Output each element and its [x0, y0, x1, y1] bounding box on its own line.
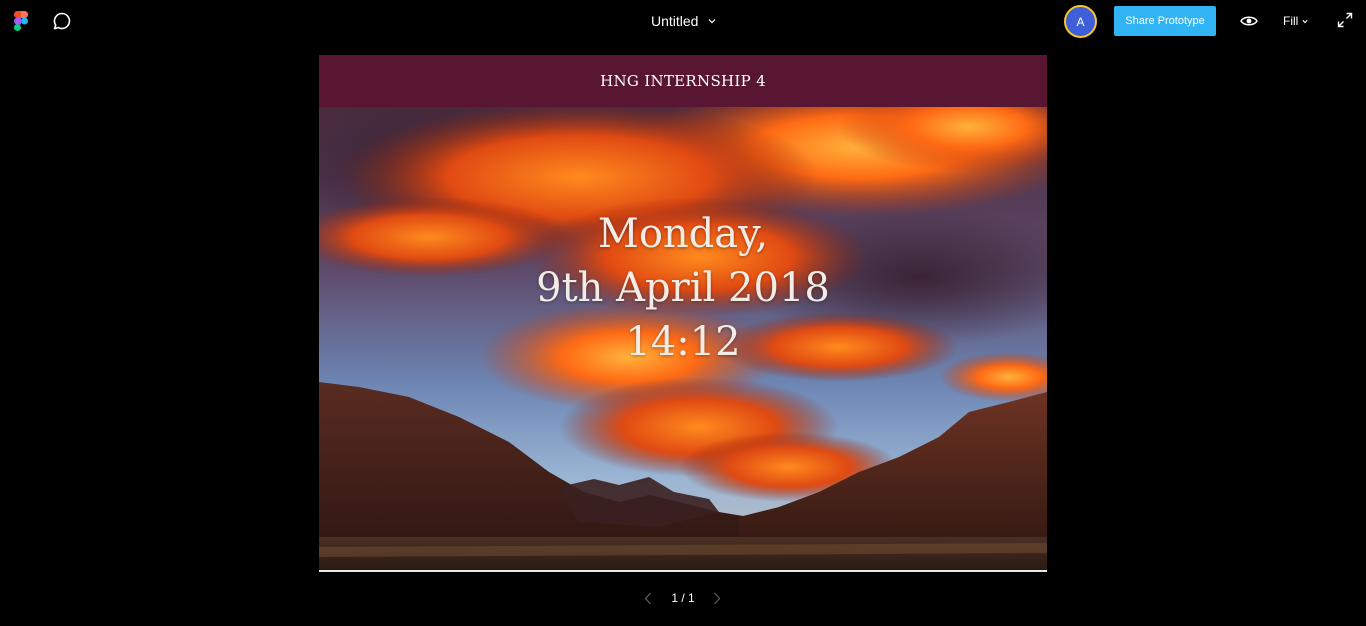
- share-prototype-button[interactable]: Share Prototype: [1114, 6, 1216, 36]
- chevron-down-icon: [709, 19, 716, 24]
- frame-header-title: HNG INTERNSHIP 4: [600, 72, 766, 90]
- date-text: 9th April 2018: [536, 265, 830, 311]
- frame-pager: 1 / 1: [636, 588, 732, 608]
- share-prototype-label: Share Prototype: [1125, 15, 1205, 27]
- prototype-frame: HNG INTERNSHIP 4 Monday, 9th April 2018 …: [319, 55, 1047, 572]
- zoom-mode-dropdown[interactable]: Fill: [1283, 13, 1308, 29]
- datetime-display: Monday, 9th April 2018 14:12: [319, 207, 1047, 369]
- chevron-right-icon[interactable]: [713, 592, 721, 605]
- eye-icon[interactable]: [1240, 14, 1258, 28]
- day-text: Monday,: [597, 211, 769, 257]
- frame-header-bar: HNG INTERNSHIP 4: [319, 55, 1047, 107]
- time-text: 14:12: [625, 319, 741, 365]
- chevron-down-icon: [1302, 19, 1308, 23]
- frame-bottom-border: [319, 570, 1047, 572]
- comment-icon[interactable]: [52, 11, 72, 31]
- avatar[interactable]: A: [1064, 5, 1097, 38]
- figma-logo-icon[interactable]: [14, 11, 28, 31]
- page-indicator: 1 / 1: [671, 591, 695, 605]
- expand-icon[interactable]: [1337, 12, 1353, 28]
- avatar-initial: A: [1076, 14, 1085, 29]
- file-title-dropdown[interactable]: Untitled: [640, 10, 716, 32]
- top-toolbar: Untitled A Share Prototype Fill: [0, 0, 1366, 42]
- chevron-left-icon[interactable]: [644, 592, 652, 605]
- zoom-mode-label: Fill: [1283, 14, 1299, 28]
- file-title: Untitled: [651, 13, 699, 29]
